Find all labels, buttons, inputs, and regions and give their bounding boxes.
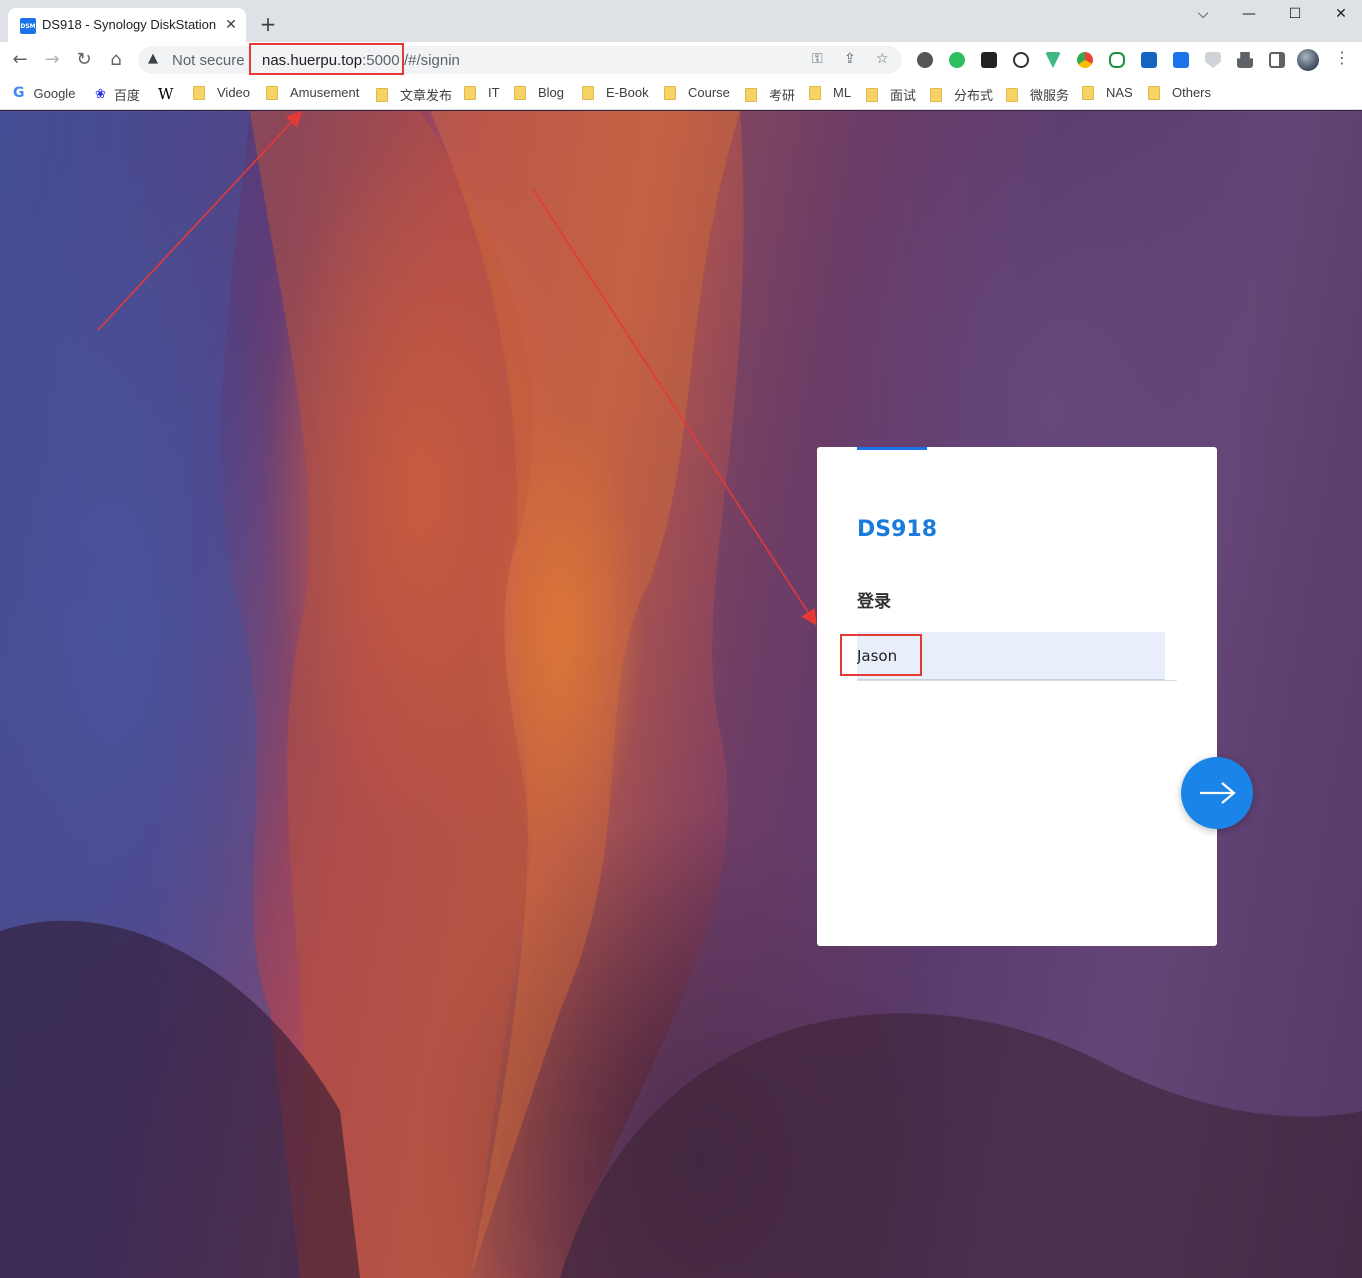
login-card: DS918 登录 (817, 447, 1217, 946)
bookmark-label: Blog (538, 85, 565, 100)
chrome-extension-icon[interactable] (1077, 52, 1093, 68)
evernote-icon[interactable] (949, 52, 965, 68)
bookmark-folder-distributed[interactable]: 分布式 (930, 85, 993, 104)
bookmark-folder-ml[interactable]: ML (809, 85, 851, 100)
back-arrow-icon[interactable]: ← (8, 48, 32, 72)
bookmark-google[interactable]: G Google (13, 85, 75, 101)
bookmark-folder-course[interactable]: Course (664, 85, 730, 100)
url-host[interactable]: nas.huerpu.top:5000 (262, 52, 400, 69)
bookmark-folder-blog[interactable]: Blog (514, 85, 564, 100)
url-path[interactable]: /#/signin (404, 52, 460, 69)
browser-tab[interactable]: DSM DS918 - Synology DiskStation ✕ (8, 8, 246, 42)
tab-title: DS918 - Synology DiskStation (42, 17, 217, 32)
folder-icon (745, 87, 757, 102)
dsm-extension-icon[interactable] (1173, 52, 1189, 68)
bookmark-folder-others[interactable]: Others (1148, 85, 1211, 100)
key-icon[interactable]: ⚿ (812, 51, 823, 67)
share-icon[interactable]: ⇪ (844, 51, 856, 67)
profile-avatar[interactable] (1297, 49, 1319, 71)
bookmark-folder-microservices[interactable]: 微服务 (1006, 85, 1069, 104)
vue-devtools-icon[interactable] (1045, 52, 1061, 68)
bookmark-label: Amusement (290, 85, 360, 100)
extension-sync-icon[interactable] (1013, 52, 1029, 68)
bookmark-label: ML (833, 85, 852, 100)
bookmarks-bar: G Google ❀ 百度 W Video Amusement 文章发布 IT Bl… (0, 78, 1362, 110)
extension-leaf-icon[interactable] (1109, 52, 1125, 68)
chevron-down-icon[interactable]: ⌵ (1180, 6, 1226, 26)
google-icon: G (13, 85, 25, 101)
address-bar[interactable]: ▲ Not secure nas.huerpu.top:5000 /#/sign… (138, 46, 902, 74)
warning-icon[interactable]: ▲ (148, 51, 158, 66)
folder-icon (930, 87, 942, 102)
input-underline (857, 680, 1177, 681)
window-close-button[interactable]: ✕ (1318, 6, 1362, 26)
bookmark-label: 考研 (769, 88, 796, 103)
url-port: :5000 (362, 52, 400, 69)
bookmark-label: 面试 (890, 88, 917, 103)
bookmark-folder-articles[interactable]: 文章发布 (376, 85, 452, 104)
bookmark-label: Others (1172, 85, 1212, 100)
bookmark-label: E-Book (606, 85, 649, 100)
dsm-favicon-icon: DSM (20, 18, 36, 34)
new-tab-button[interactable]: + (256, 13, 280, 37)
extension-soccer-icon[interactable] (917, 52, 933, 68)
device-name: DS918 (857, 517, 938, 542)
bookmark-label: Course (688, 85, 730, 100)
reload-icon[interactable]: ↻ (72, 48, 96, 72)
folder-icon (809, 85, 821, 100)
baidu-icon: ❀ (95, 87, 106, 102)
folder-icon (1148, 85, 1160, 100)
bookmark-folder-video[interactable]: Video (193, 85, 250, 100)
next-button[interactable] (1181, 757, 1253, 829)
more-menu-icon[interactable]: ⋮ (1334, 48, 1350, 67)
bookmark-folder-ebook[interactable]: E-Book (582, 85, 649, 100)
bookmark-label: Video (217, 85, 251, 100)
bookmark-label: NAS (1106, 85, 1133, 100)
bookmark-folder-amusement[interactable]: Amusement (266, 85, 359, 100)
home-icon[interactable]: ⌂ (104, 48, 128, 72)
bookmark-label: IT (488, 85, 500, 100)
bookmark-folder-interview[interactable]: 面试 (866, 85, 916, 104)
extension-x-icon[interactable] (981, 52, 997, 68)
wikipedia-icon: W (158, 85, 174, 103)
tab-strip: DSM DS918 - Synology DiskStation ✕ + ⌵ —… (0, 0, 1362, 42)
bookmark-label: 微服务 (1030, 88, 1070, 103)
folder-icon (266, 85, 278, 100)
folder-icon (866, 87, 878, 102)
folder-icon (664, 85, 676, 100)
bookmark-folder-kaoyan[interactable]: 考研 (745, 85, 795, 104)
bookmark-label: 分布式 (954, 88, 994, 103)
arrow-right-icon (1200, 782, 1236, 804)
signin-page: DS918 登录 (0, 111, 1362, 1278)
security-label[interactable]: Not secure (172, 52, 245, 69)
folder-icon (582, 85, 594, 100)
folder-icon (1006, 87, 1018, 102)
bookmark-label: Google (33, 85, 76, 101)
bookmark-label: 百度 (113, 88, 140, 103)
minimize-button[interactable]: — (1226, 6, 1272, 26)
folder-icon (514, 85, 526, 100)
folder-icon (464, 85, 476, 100)
bookmark-baidu[interactable]: ❀ 百度 (95, 85, 140, 104)
card-accent-bar (857, 447, 927, 450)
bookmark-wikipedia[interactable]: W (158, 85, 173, 103)
bookmark-label: 文章发布 (400, 88, 453, 103)
side-panel-icon[interactable] (1269, 52, 1285, 68)
username-input[interactable] (857, 632, 1165, 680)
maximize-button[interactable]: ☐ (1272, 6, 1318, 26)
extensions-puzzle-icon[interactable] (1237, 52, 1253, 68)
login-heading: 登录 (857, 592, 891, 612)
star-icon[interactable]: ☆ (876, 51, 889, 67)
folder-icon (1082, 85, 1094, 100)
bookmark-folder-nas[interactable]: NAS (1082, 85, 1133, 100)
forward-arrow-icon[interactable]: → (40, 48, 64, 72)
extension-book-icon[interactable] (1141, 52, 1157, 68)
bookmark-folder-it[interactable]: IT (464, 85, 500, 100)
folder-icon (376, 87, 388, 102)
shield-extension-icon[interactable] (1205, 52, 1221, 68)
folder-icon (193, 85, 205, 100)
tab-close-icon[interactable]: ✕ (222, 16, 240, 34)
browser-toolbar: ← → ↻ ⌂ ▲ Not secure nas.huerpu.top:5000… (0, 42, 1362, 78)
